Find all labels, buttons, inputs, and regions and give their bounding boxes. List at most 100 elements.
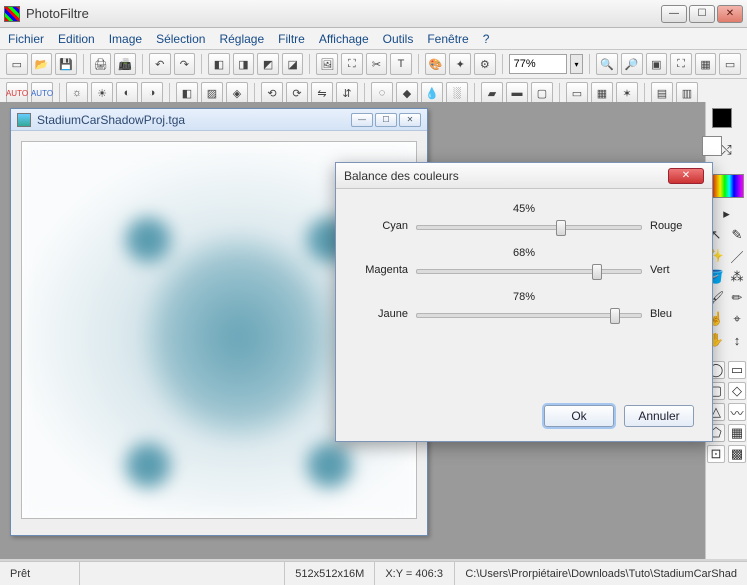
presentation-icon[interactable]: ▭	[719, 53, 741, 75]
slider-right-3: Bleu	[650, 308, 692, 320]
invert-icon[interactable]: ◈	[226, 82, 248, 104]
plugin-icon[interactable]: ⚙	[474, 53, 496, 75]
auto-levels-icon[interactable]: AUTO	[6, 82, 28, 104]
zoom-in-icon[interactable]: 🔍	[596, 53, 618, 75]
contrast-minus-icon[interactable]: ◐	[116, 82, 138, 104]
foreground-swatch[interactable]	[712, 108, 732, 128]
drop-icon[interactable]: 💧	[421, 82, 443, 104]
new-icon[interactable]: ▭	[6, 53, 28, 75]
module3-icon[interactable]: ✶	[616, 82, 638, 104]
gradient-icon[interactable]: ▬	[506, 82, 528, 104]
noise-icon[interactable]: ░	[446, 82, 468, 104]
explorer-icon[interactable]: ▤	[651, 82, 673, 104]
menu-selection[interactable]: Sélection	[156, 32, 205, 46]
scroll-tool-icon[interactable]: ↕	[728, 331, 746, 349]
slider-magenta-vert: 68% Magenta Vert	[356, 247, 692, 279]
color-palette[interactable]	[710, 174, 744, 198]
zoom-input[interactable]	[509, 54, 567, 74]
dialog-titlebar[interactable]: Balance des couleurs ✕	[336, 163, 712, 189]
status-dimensions: 512x512x16M	[285, 562, 375, 585]
slider-track-1[interactable]	[416, 217, 642, 235]
grid-sel-icon[interactable]: ▦	[728, 424, 746, 442]
rect-sel-icon[interactable]: ▭	[728, 361, 746, 379]
diamond-sel-icon[interactable]: ◇	[728, 382, 746, 400]
rotate-left-icon[interactable]: ⟲	[261, 82, 283, 104]
slider-track-2[interactable]	[416, 261, 642, 279]
menu-help[interactable]: ?	[483, 32, 490, 46]
redo-icon[interactable]: ↷	[174, 53, 196, 75]
slider-track-3[interactable]	[416, 305, 642, 323]
module2-icon[interactable]: ▦	[591, 82, 613, 104]
frame-icon[interactable]: ▢	[531, 82, 553, 104]
lasso-sel-icon[interactable]: 〰	[728, 403, 746, 421]
outline-sel-icon[interactable]: ⊡	[707, 445, 725, 463]
status-coords: X:Y = 406:3	[375, 562, 455, 585]
menu-fichier[interactable]: Fichier	[8, 32, 44, 46]
slider-thumb-3[interactable]	[610, 308, 620, 324]
cancel-button[interactable]: Annuler	[624, 405, 694, 427]
menu-affichage[interactable]: Affichage	[319, 32, 369, 46]
doc-maximize-button[interactable]: ☐	[375, 113, 397, 127]
palette-icon[interactable]: 🎨	[425, 53, 447, 75]
arrow-icon[interactable]: ▸	[718, 205, 736, 223]
zoom-dropdown-icon[interactable]: ▾	[570, 54, 584, 74]
resize-icon[interactable]: ⛶	[341, 53, 363, 75]
toolbar-main: ▭ 📂 💾 🖨 📠 ↶ ↷ ◧ ◨ ◩ ◪ 🖼 ⛶ ✂ T 🎨 ✦ ⚙ ▾ 🔍 …	[0, 50, 747, 79]
grayscale-icon[interactable]: ◧	[176, 82, 198, 104]
close-button[interactable]: ✕	[717, 5, 743, 23]
tool-c-icon[interactable]: ◩	[257, 53, 279, 75]
module1-icon[interactable]: ▭	[566, 82, 588, 104]
menu-reglage[interactable]: Réglage	[219, 32, 264, 46]
document-titlebar[interactable]: StadiumCarShadowProj.tga — ☐ ✕	[11, 109, 427, 131]
menu-fenetre[interactable]: Fenêtre	[427, 32, 468, 46]
rotate-right-icon[interactable]: ⟳	[286, 82, 308, 104]
clone-tool-icon[interactable]: ⌖	[728, 310, 746, 328]
background-swatch[interactable]	[702, 136, 722, 156]
relief-icon[interactable]: ▰	[481, 82, 503, 104]
minimize-button[interactable]: —	[661, 5, 687, 23]
slider-thumb-2[interactable]	[592, 264, 602, 280]
slider-thumb-1[interactable]	[556, 220, 566, 236]
spray-tool-icon[interactable]: ⁂	[728, 268, 746, 286]
crop-icon[interactable]: ✂	[366, 53, 388, 75]
fit-icon[interactable]: ▣	[646, 53, 668, 75]
print-icon[interactable]: 🖨	[90, 53, 112, 75]
auto-contrast-icon[interactable]: AUTO	[31, 82, 53, 104]
scan-icon[interactable]: 📠	[114, 53, 136, 75]
doc-minimize-button[interactable]: —	[351, 113, 373, 127]
tool-a-icon[interactable]: ◧	[208, 53, 230, 75]
fullscreen-icon[interactable]: ⛶	[670, 53, 692, 75]
menu-outils[interactable]: Outils	[383, 32, 414, 46]
dialog-close-button[interactable]: ✕	[668, 168, 704, 184]
menu-filtre[interactable]: Filtre	[278, 32, 305, 46]
menu-image[interactable]: Image	[109, 32, 142, 46]
undo-icon[interactable]: ↶	[149, 53, 171, 75]
ok-button[interactable]: Ok	[544, 405, 614, 427]
blur-icon[interactable]: ◌	[371, 82, 393, 104]
eyedropper-tool-icon[interactable]: ✎	[728, 226, 746, 244]
menu-edition[interactable]: Edition	[58, 32, 95, 46]
brightness-minus-icon[interactable]: ☼	[66, 82, 88, 104]
line-tool-icon[interactable]: ／	[728, 247, 746, 265]
manager-icon[interactable]: ▥	[676, 82, 698, 104]
zoom-out-icon[interactable]: 🔎	[621, 53, 643, 75]
tool-b-icon[interactable]: ◨	[233, 53, 255, 75]
save-icon[interactable]: 💾	[55, 53, 77, 75]
sharpen-icon[interactable]: ◆	[396, 82, 418, 104]
grid-icon[interactable]: ▦	[695, 53, 717, 75]
text-icon[interactable]: T	[390, 53, 412, 75]
brightness-plus-icon[interactable]: ☀	[91, 82, 113, 104]
flip-h-icon[interactable]: ⇋	[311, 82, 333, 104]
maximize-button[interactable]: ☐	[689, 5, 715, 23]
contrast-plus-icon[interactable]: ◑	[141, 82, 163, 104]
dialog-title: Balance des couleurs	[344, 169, 459, 183]
effects-icon[interactable]: ✦	[449, 53, 471, 75]
doc-close-button[interactable]: ✕	[399, 113, 421, 127]
sepia-icon[interactable]: ▨	[201, 82, 223, 104]
flip-v-icon[interactable]: ⇵	[336, 82, 358, 104]
pattern-sel-icon[interactable]: ▩	[728, 445, 746, 463]
tool-d-icon[interactable]: ◪	[282, 53, 304, 75]
open-icon[interactable]: 📂	[31, 53, 53, 75]
image-props-icon[interactable]: 🖼	[316, 53, 338, 75]
advbrush-tool-icon[interactable]: ✏	[728, 289, 746, 307]
